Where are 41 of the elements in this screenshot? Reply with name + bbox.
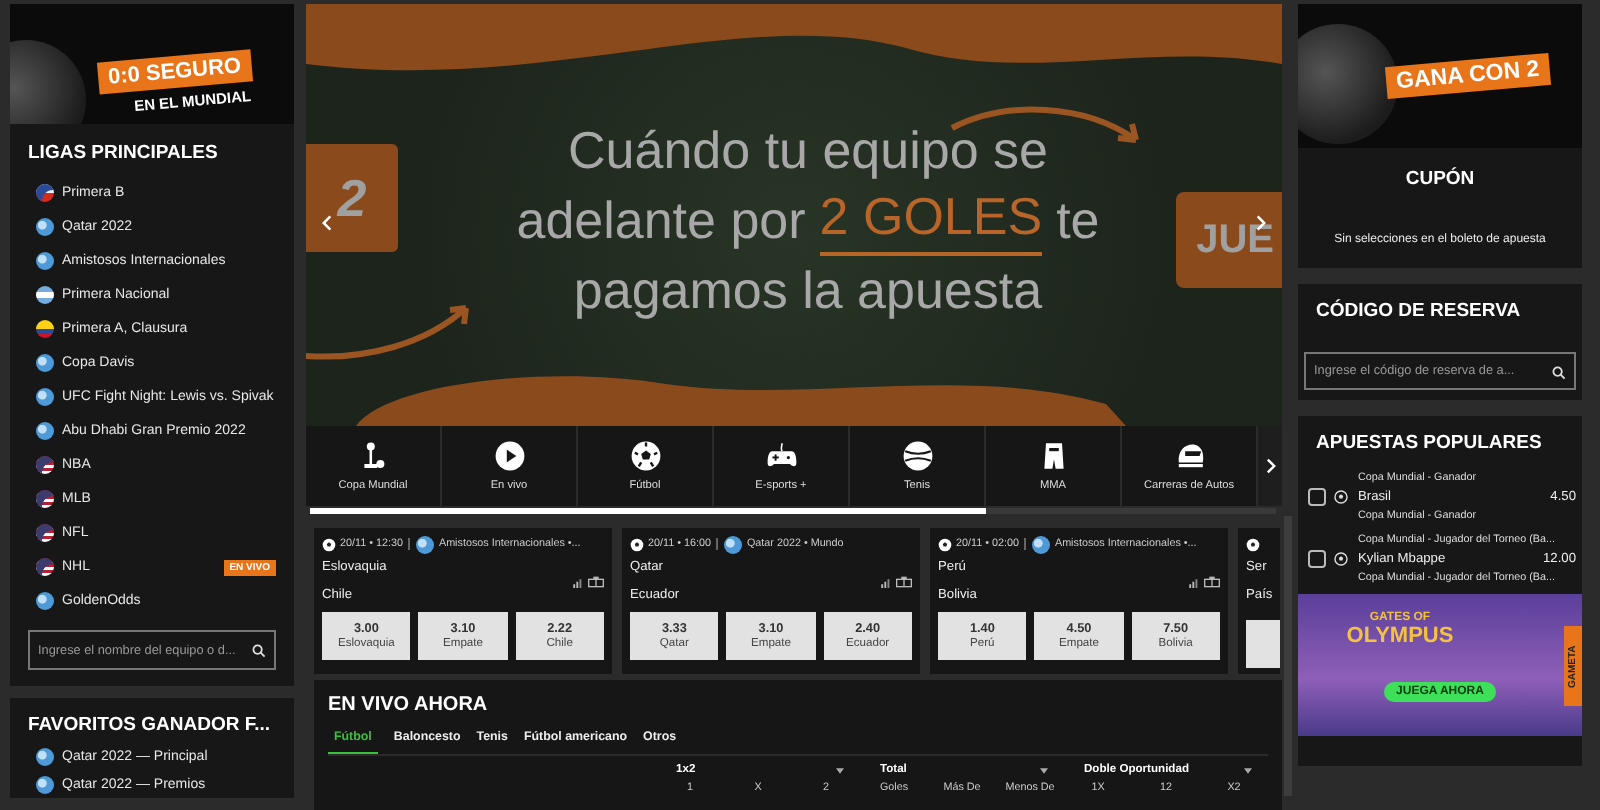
stats-icon[interactable] bbox=[1188, 577, 1198, 587]
search-icon bbox=[1552, 365, 1566, 379]
section-title: EN VIVO AHORA bbox=[328, 692, 490, 720]
scrollbar-thumb[interactable] bbox=[310, 508, 987, 514]
checkbox[interactable] bbox=[1308, 488, 1326, 506]
ball-drawing bbox=[1298, 24, 1398, 144]
caret-icon[interactable] bbox=[836, 767, 844, 773]
panel-title: CÓDIGO DE RESERVA bbox=[1314, 297, 1523, 326]
checkbox[interactable] bbox=[1308, 550, 1326, 568]
promo-text: adelante por bbox=[516, 188, 806, 254]
game-logo-text: OLYMPUS bbox=[1346, 624, 1454, 648]
helmet-icon bbox=[1173, 440, 1205, 472]
search-icon bbox=[252, 643, 266, 657]
field-icon[interactable] bbox=[588, 576, 604, 588]
promo-tag: JUE bbox=[1176, 192, 1282, 288]
panel-title: FAVORITOS GANADOR F... bbox=[26, 712, 273, 740]
caret-icon[interactable] bbox=[1244, 767, 1252, 773]
panel-title: CUPÓN bbox=[1403, 165, 1477, 194]
panel-title: APUESTAS POPULARES bbox=[1314, 430, 1544, 458]
gamepad-icon bbox=[765, 440, 797, 472]
globe-icon bbox=[416, 535, 435, 553]
panel-title: LIGAS PRINCIPALES bbox=[26, 140, 220, 168]
stats-icon[interactable] bbox=[572, 577, 582, 587]
globe-icon bbox=[1032, 535, 1051, 553]
promo-highlight: 2 GOLES bbox=[819, 186, 1043, 256]
promo-text: te bbox=[1056, 188, 1100, 254]
play-icon bbox=[493, 440, 525, 472]
promo-carousel[interactable]: 2 JUE Cuándo tu equipo se adelante por 2 GOLES te pagamos la apuesta bbox=[306, 4, 1282, 426]
promo-text: Cuándo tu equipo se bbox=[568, 118, 1048, 184]
promo-text: pagamos la apuesta bbox=[573, 258, 1043, 324]
scroll-right-button[interactable] bbox=[1258, 426, 1282, 506]
chevron-right-icon bbox=[1265, 458, 1275, 474]
caret-icon[interactable] bbox=[1040, 767, 1048, 773]
tennis-ball-icon bbox=[901, 440, 933, 472]
previous-icon[interactable] bbox=[322, 214, 332, 232]
promo-tag: 2 bbox=[306, 144, 398, 252]
promo-headline: GANA CON 2 bbox=[1384, 52, 1551, 100]
field-icon[interactable] bbox=[1204, 576, 1220, 588]
field-icon[interactable] bbox=[896, 576, 912, 588]
stats-icon[interactable] bbox=[880, 577, 890, 587]
globe-icon bbox=[724, 535, 743, 553]
